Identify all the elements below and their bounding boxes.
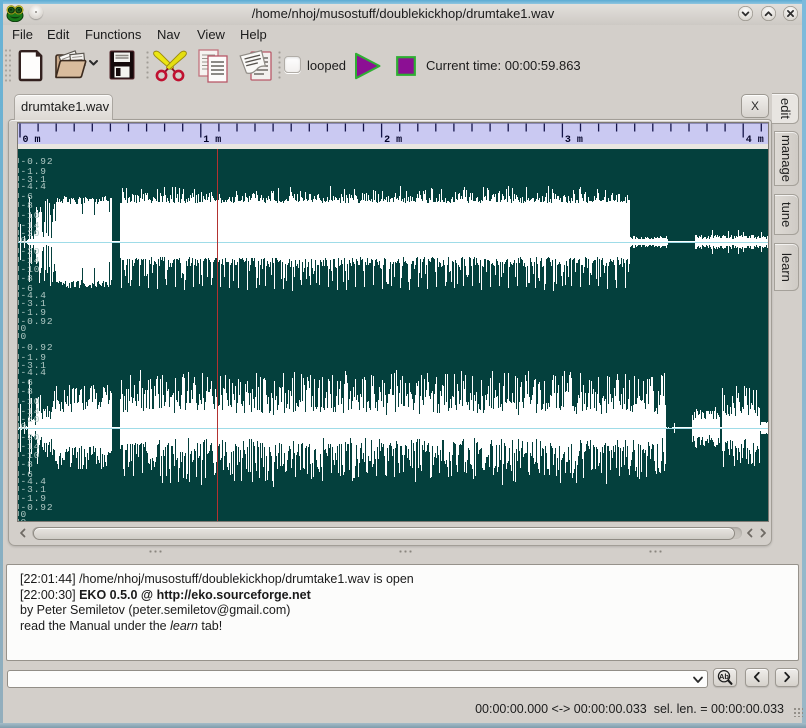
svg-text:0: 0	[21, 421, 28, 432]
svg-text:0: 0	[21, 517, 28, 521]
svg-text:1 m: 1 m	[203, 135, 221, 146]
svg-text:3 m: 3 m	[565, 135, 583, 146]
svg-text:0: 0	[21, 235, 28, 246]
svg-text:2 m: 2 m	[384, 135, 402, 146]
svg-text:0 m: 0 m	[23, 135, 41, 146]
svg-text:0: 0	[21, 331, 28, 342]
svg-text:4 m: 4 m	[746, 135, 764, 146]
